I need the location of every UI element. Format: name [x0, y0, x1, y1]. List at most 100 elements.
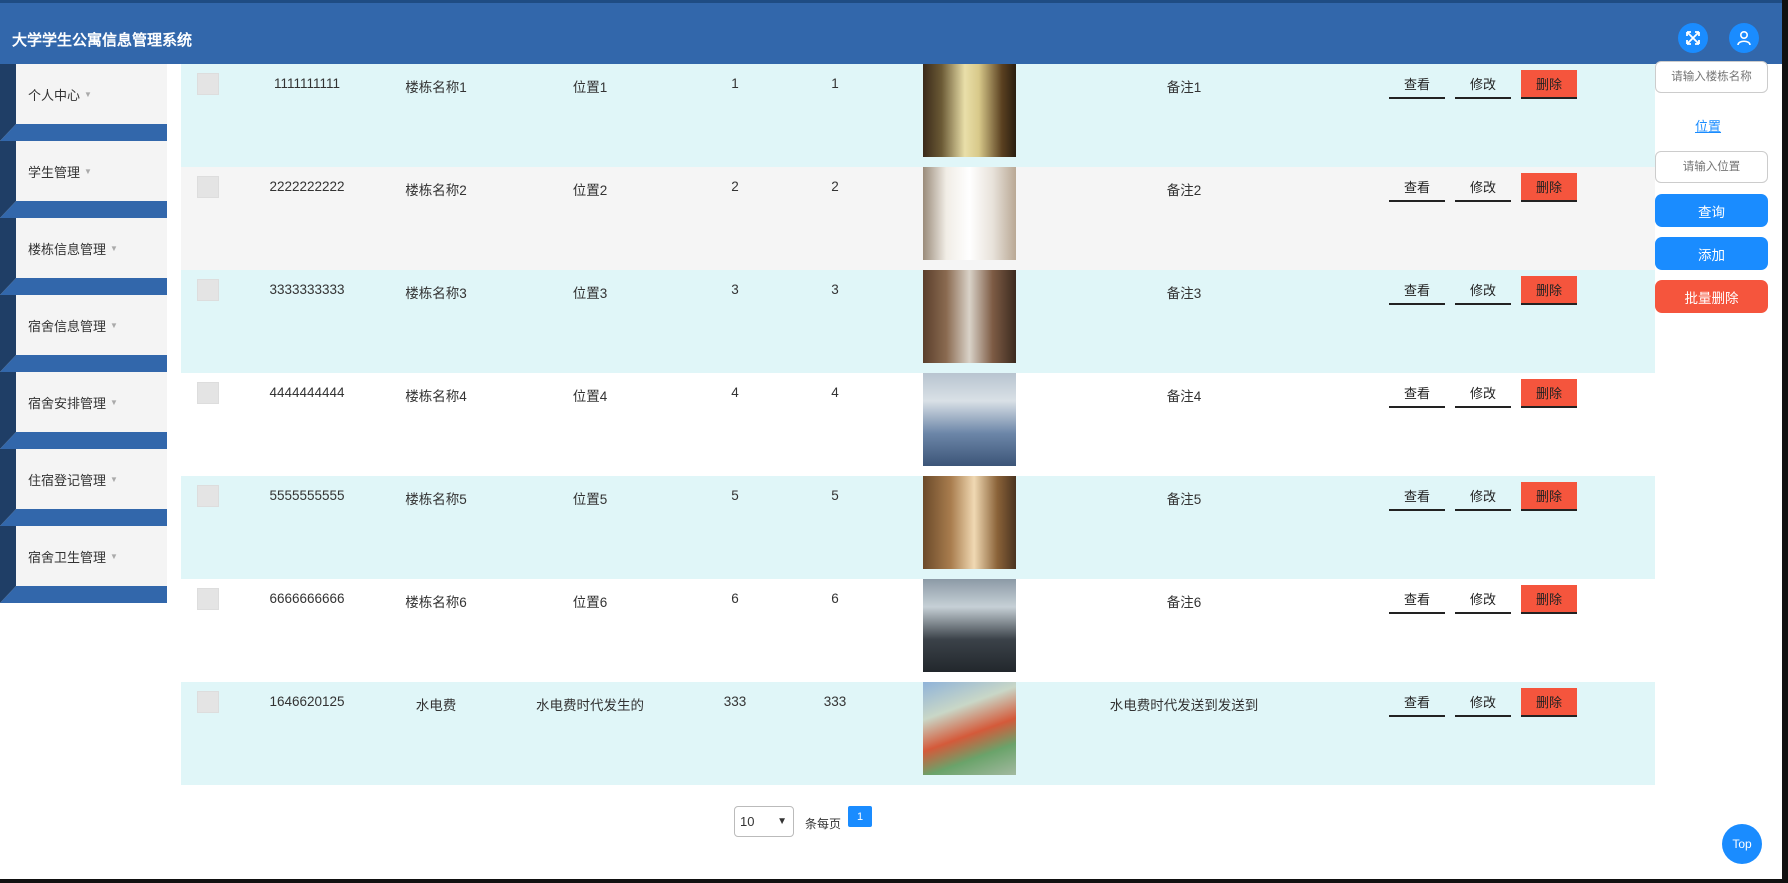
caret-down-icon: ▼ — [84, 89, 92, 99]
view-button[interactable]: 查看 — [1389, 379, 1445, 408]
view-button[interactable]: 查看 — [1389, 173, 1445, 202]
sidebar-item-label: 学生管理 — [28, 164, 81, 180]
sidebar-item-label: 住宿登记管理 — [28, 472, 107, 488]
building-photo — [923, 579, 1016, 672]
sidebar-item-panel[interactable]: 学生管理 ▼ — [16, 141, 167, 201]
edit-button[interactable]: 修改 — [1455, 70, 1511, 99]
row-checkbox[interactable] — [197, 73, 219, 95]
cell-remark: 备注2 — [1166, 183, 1202, 198]
cell-location: 位置6 — [572, 595, 608, 610]
edit-button[interactable]: 修改 — [1455, 173, 1511, 202]
fullscreen-icon[interactable] — [1678, 23, 1708, 53]
sidebar-item-divider — [0, 201, 167, 218]
sidebar-item-label: 宿舍卫生管理 — [28, 549, 107, 565]
sidebar-item-panel[interactable]: 宿舍卫生管理 ▼ — [16, 526, 167, 586]
row-checkbox[interactable] — [197, 279, 219, 301]
sidebar-item[interactable]: 宿舍信息管理 ▼ — [0, 295, 167, 372]
cell-value-a: 1 — [731, 76, 739, 91]
table-row: 2222222222 楼栋名称2 位置2 2 2 备注2 查看 修改 删除 — [181, 167, 1655, 270]
delete-button[interactable]: 删除 — [1521, 688, 1577, 717]
back-to-top-button[interactable]: Top — [1722, 824, 1762, 864]
row-checkbox[interactable] — [197, 382, 219, 404]
query-button[interactable]: 查询 — [1655, 194, 1768, 227]
delete-button[interactable]: 删除 — [1521, 482, 1577, 511]
row-checkbox[interactable] — [197, 485, 219, 507]
sidebar-item-label: 楼栋信息管理 — [28, 241, 107, 257]
cell-value-b: 3 — [831, 282, 839, 297]
window-frame-bottom — [0, 879, 1788, 883]
cell-remark: 备注3 — [1166, 286, 1202, 301]
sidebar-item[interactable]: 宿舍卫生管理 ▼ — [0, 526, 167, 603]
delete-button[interactable]: 删除 — [1521, 585, 1577, 614]
cell-building-name: 楼栋名称2 — [405, 183, 467, 198]
delete-button[interactable]: 删除 — [1521, 379, 1577, 408]
cell-remark: 水电费时代发送到发送到 — [1109, 698, 1259, 713]
cell-value-b: 4 — [831, 385, 839, 400]
delete-button[interactable]: 删除 — [1521, 173, 1577, 202]
window-frame-right — [1782, 0, 1788, 883]
view-button[interactable]: 查看 — [1389, 70, 1445, 99]
view-button[interactable]: 查看 — [1389, 276, 1445, 305]
sidebar-item[interactable]: 学生管理 ▼ — [0, 141, 167, 218]
building-photo — [923, 373, 1016, 466]
page-number-button[interactable]: 1 — [848, 806, 872, 827]
sidebar: 个人中心 ▼ 学生管理 ▼ 楼栋信息管理 ▼ 宿舍信息管理 ▼ 宿舍安排管理 ▼ — [0, 64, 167, 603]
caret-down-icon: ▼ — [110, 397, 118, 407]
sidebar-item-divider — [0, 432, 167, 449]
cell-id: 4444444444 — [269, 385, 345, 400]
view-button[interactable]: 查看 — [1389, 688, 1445, 717]
sidebar-item-label: 个人中心 — [28, 87, 81, 103]
location-label: 位置 — [1695, 119, 1722, 134]
cell-id: 3333333333 — [269, 282, 345, 297]
sidebar-item-edge — [0, 526, 16, 586]
sidebar-item[interactable]: 宿舍安排管理 ▼ — [0, 372, 167, 449]
caret-down-icon: ▼ — [84, 166, 92, 176]
app-title: 大学学生公寓信息管理系统 — [12, 32, 193, 49]
sidebar-item-panel[interactable]: 住宿登记管理 ▼ — [16, 449, 167, 509]
table-row: 3333333333 楼栋名称3 位置3 3 3 备注3 查看 修改 删除 — [181, 270, 1655, 373]
sidebar-item-panel[interactable]: 楼栋信息管理 ▼ — [16, 218, 167, 278]
building-name-input[interactable] — [1655, 61, 1768, 93]
sidebar-item[interactable]: 住宿登记管理 ▼ — [0, 449, 167, 526]
building-photo — [923, 167, 1016, 260]
cell-id: 5555555555 — [269, 488, 345, 503]
cell-remark: 备注4 — [1166, 389, 1202, 404]
delete-button[interactable]: 删除 — [1521, 70, 1577, 99]
building-photo — [923, 270, 1016, 363]
sidebar-item-edge — [0, 372, 16, 432]
user-icon[interactable] — [1729, 23, 1759, 53]
view-button[interactable]: 查看 — [1389, 482, 1445, 511]
row-checkbox[interactable] — [197, 176, 219, 198]
building-photo — [923, 682, 1016, 775]
edit-button[interactable]: 修改 — [1455, 276, 1511, 305]
row-checkbox[interactable] — [197, 691, 219, 713]
cell-id: 2222222222 — [269, 179, 345, 194]
cell-location: 水电费时代发生的 — [536, 698, 644, 713]
edit-button[interactable]: 修改 — [1455, 688, 1511, 717]
cell-id: 6666666666 — [269, 591, 345, 606]
sidebar-item-label: 宿舍信息管理 — [28, 318, 107, 334]
batch-delete-button[interactable]: 批量删除 — [1655, 280, 1768, 313]
sidebar-item-panel[interactable]: 宿舍信息管理 ▼ — [16, 295, 167, 355]
page-size-select[interactable]: 10 ▼ — [734, 806, 794, 837]
sidebar-item[interactable]: 楼栋信息管理 ▼ — [0, 218, 167, 295]
edit-button[interactable]: 修改 — [1455, 482, 1511, 511]
caret-down-icon: ▼ — [110, 243, 118, 253]
sidebar-item-edge — [0, 141, 16, 201]
table-row: 4444444444 楼栋名称4 位置4 4 4 备注4 查看 修改 删除 — [181, 373, 1655, 476]
page-size-value: 10 — [740, 814, 755, 829]
location-input[interactable] — [1655, 151, 1768, 183]
view-button[interactable]: 查看 — [1389, 585, 1445, 614]
sidebar-item-panel[interactable]: 个人中心 ▼ — [16, 64, 167, 124]
sidebar-item-label: 宿舍安排管理 — [28, 395, 107, 411]
sidebar-item-panel[interactable]: 宿舍安排管理 ▼ — [16, 372, 167, 432]
sidebar-item-divider — [0, 509, 167, 526]
table-row: 6666666666 楼栋名称6 位置6 6 6 备注6 查看 修改 删除 — [181, 579, 1655, 682]
edit-button[interactable]: 修改 — [1455, 379, 1511, 408]
row-checkbox[interactable] — [197, 588, 219, 610]
sidebar-item[interactable]: 个人中心 ▼ — [0, 64, 167, 141]
add-button[interactable]: 添加 — [1655, 237, 1768, 270]
edit-button[interactable]: 修改 — [1455, 585, 1511, 614]
delete-button[interactable]: 删除 — [1521, 276, 1577, 305]
cell-id: 1111111111 — [273, 76, 341, 91]
